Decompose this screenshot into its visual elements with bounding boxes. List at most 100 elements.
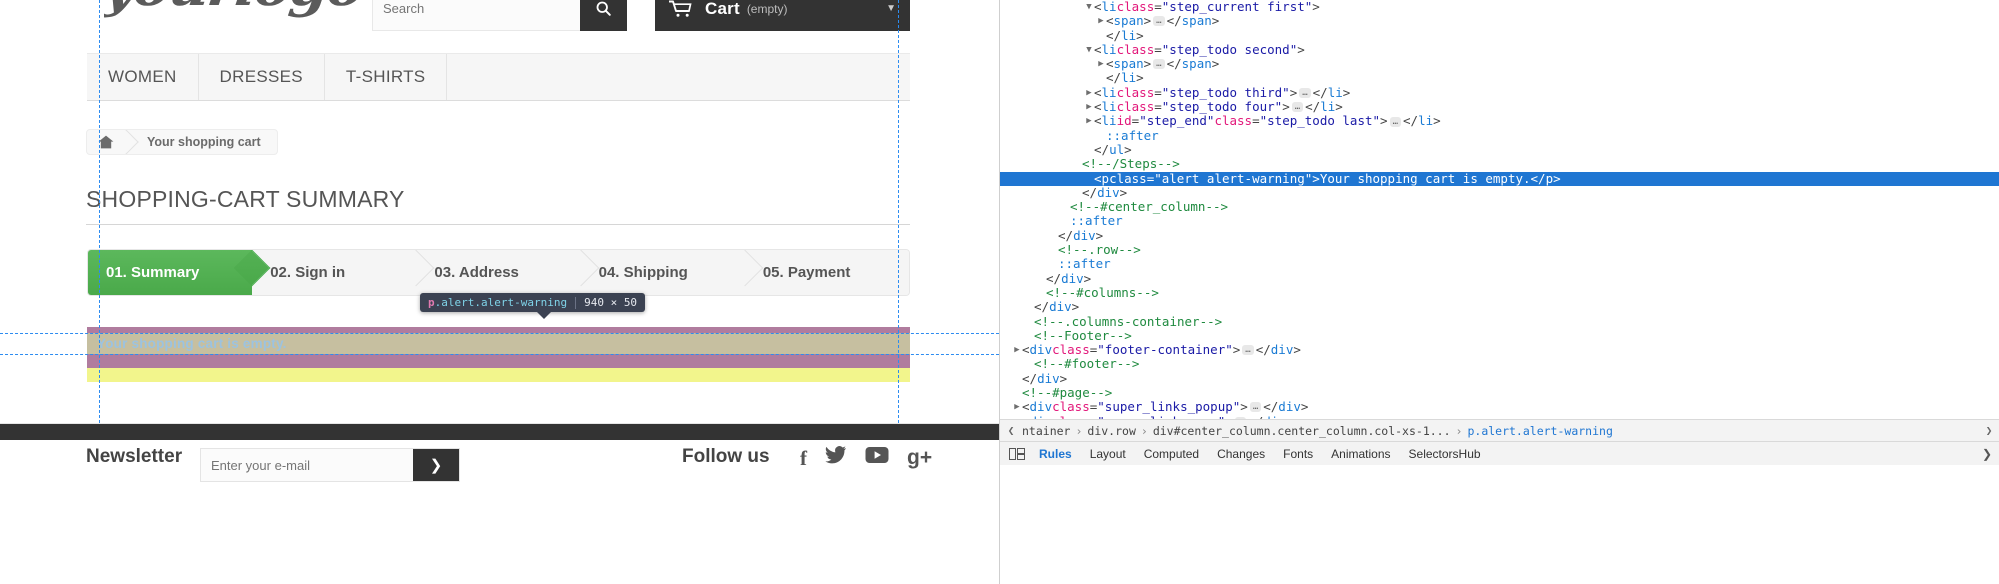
dom-tree-row[interactable]: ▶ < li class = "step_todo third" >… </li >: [1000, 85, 1999, 100]
dom-token-punc: >: [1143, 13, 1152, 29]
dom-tree-row[interactable]: </li >: [1000, 71, 1999, 86]
googleplus-icon[interactable]: g+: [907, 446, 932, 471]
nav-item-women[interactable]: WOMEN: [87, 54, 199, 100]
expanded-triangle-icon[interactable]: ▼: [1084, 0, 1094, 14]
collapsed-triangle-icon[interactable]: ▶: [1084, 86, 1094, 100]
twitter-icon[interactable]: [825, 446, 847, 471]
expand-ellipsis-icon[interactable]: …: [1249, 402, 1262, 413]
step-sign-in-label: 02. Sign in: [270, 264, 346, 281]
tab-selectorshub[interactable]: SelectorsHub: [1400, 442, 1490, 465]
tab-overflow-icon[interactable]: ❯: [1974, 447, 1999, 461]
expand-ellipsis-icon[interactable]: …: [1153, 16, 1165, 27]
chevron-down-icon[interactable]: ▼: [886, 3, 896, 14]
expand-ellipsis-icon[interactable]: …: [1389, 116, 1401, 127]
breadcrumb-home-link[interactable]: [87, 130, 125, 154]
tab-fonts[interactable]: Fonts: [1274, 442, 1322, 465]
tab-layout[interactable]: Layout: [1081, 442, 1135, 465]
dom-tree-row[interactable]: </div >: [1000, 227, 1999, 243]
dom-token-tag: p: [1545, 170, 1554, 186]
breadcrumb-scroll-left-icon[interactable]: ❮: [1004, 424, 1018, 437]
dom-tree-row[interactable]: ::after: [1000, 128, 1999, 143]
collapsed-triangle-icon[interactable]: ▶: [1096, 57, 1106, 71]
tab-rules[interactable]: Rules: [1030, 442, 1081, 465]
dom-tree-row[interactable]: ▶ < span >… </span >: [1000, 56, 1999, 72]
dom-token-tag: div: [1073, 227, 1096, 243]
dom-tree-row[interactable]: </ul >: [1000, 142, 1999, 157]
dom-token-tag: li: [1320, 99, 1336, 115]
dom-token-punc: </: [1106, 27, 1122, 43]
dom-token-attr: id: [1116, 113, 1132, 129]
dom-token-punc: >: [1232, 342, 1241, 358]
dom-tree-row[interactable]: </div >: [1000, 371, 1999, 386]
logo-script-text: yourlogo: [104, 0, 364, 19]
dom-tree-row[interactable]: <!--.row-->: [1000, 242, 1999, 257]
dom-tree[interactable]: ▼ < li class = "step_current first" > ▶ < span >……: [1000, 0, 1999, 428]
devtools-crumb-item-row[interactable]: div.row: [1083, 424, 1139, 438]
follow-us-title: Follow us: [682, 446, 770, 467]
dom-tree-row[interactable]: <!--#page-->: [1000, 385, 1999, 400]
collapsed-triangle-icon[interactable]: ▶: [1012, 343, 1022, 357]
facebook-icon[interactable]: f: [800, 446, 807, 471]
step-payment[interactable]: 05. Payment: [744, 250, 909, 295]
dom-tree-row[interactable]: ▶ < span >… </span >: [1000, 13, 1999, 29]
breadcrumb-scroll-right-icon[interactable]: ❯: [1982, 424, 1996, 437]
devtools-crumb-item-alert[interactable]: p.alert.alert-warning: [1463, 424, 1616, 438]
dom-tree-row[interactable]: </div >: [1000, 299, 1999, 314]
step-summary[interactable]: 01. Summary: [88, 250, 253, 295]
search-input-wrapper[interactable]: [372, 0, 580, 31]
collapsed-triangle-icon[interactable]: ▶: [1096, 14, 1106, 28]
dom-token-punc: </: [1046, 270, 1062, 286]
dom-tree-row[interactable]: <!--#center_column-->: [1000, 199, 1999, 214]
dom-token-val: "step_todo second": [1161, 41, 1298, 57]
dom-tree-row[interactable]: ▶ < div class = "footer-container" >… </div >: [1000, 342, 1999, 358]
dom-tree-row[interactable]: <!--Footer-->: [1000, 328, 1999, 343]
search-input[interactable]: [373, 0, 580, 30]
dom-token-attr: class: [1052, 342, 1090, 358]
dom-tree-row[interactable]: <!--.columns-container-->: [1000, 314, 1999, 329]
expanded-triangle-icon[interactable]: ▼: [1084, 43, 1094, 57]
dom-tree-row[interactable]: </div >: [1000, 270, 1999, 286]
dom-tree-row[interactable]: </li >: [1000, 27, 1999, 43]
youtube-icon[interactable]: [865, 446, 889, 471]
page-title: SHOPPING-CART SUMMARY: [86, 186, 405, 212]
step-address[interactable]: 03. Address: [416, 250, 581, 295]
newsletter-email-input[interactable]: [201, 449, 414, 481]
dom-token-attr: class: [1052, 399, 1090, 415]
split-view-icon[interactable]: [1004, 442, 1030, 465]
step-shipping[interactable]: 04. Shipping: [580, 250, 745, 295]
dom-tree-row[interactable]: ▶ < li class = "step_todo four" >… </li >: [1000, 99, 1999, 115]
nav-item-tshirts[interactable]: T-SHIRTS: [325, 54, 448, 100]
dom-tree-row[interactable]: < p class = "alert alert-warning" > Your shop…: [1000, 170, 1999, 186]
tab-animations[interactable]: Animations: [1322, 442, 1399, 465]
dom-tree-row[interactable]: <!--/Steps-->: [1000, 156, 1999, 171]
collapsed-triangle-icon[interactable]: ▶: [1012, 400, 1022, 414]
tab-computed[interactable]: Computed: [1135, 442, 1208, 465]
dom-tree-row[interactable]: <!--#columns-->: [1000, 285, 1999, 300]
dom-tree-row[interactable]: ▶ < div class = "super_links_popup" >… </div >: [1000, 399, 1999, 415]
search-button[interactable]: [580, 0, 627, 31]
site-logo[interactable]: yourlogo a new experience: [104, 0, 364, 32]
dom-tree-row[interactable]: ▶ < li id = "step_end" class = "step_todo last…: [1000, 113, 1999, 129]
expand-ellipsis-icon[interactable]: …: [1242, 345, 1254, 356]
tab-changes[interactable]: Changes: [1208, 442, 1274, 465]
newsletter-field-wrapper[interactable]: ❯: [200, 448, 460, 482]
dom-token-punc: >: [1211, 56, 1220, 72]
nav-item-dresses[interactable]: DRESSES: [199, 54, 325, 100]
expand-ellipsis-icon[interactable]: …: [1153, 59, 1165, 70]
devtools-crumb-item-container[interactable]: ntainer: [1018, 424, 1074, 438]
dom-tree-row[interactable]: </div >: [1000, 185, 1999, 200]
collapsed-triangle-icon[interactable]: ▶: [1084, 100, 1094, 114]
newsletter-submit-button[interactable]: ❯: [413, 449, 459, 481]
dom-tree-row[interactable]: ::after: [1000, 214, 1999, 229]
dom-tree-row[interactable]: ▼ < li class = "step_todo second" >: [1000, 41, 1999, 57]
step-sign-in[interactable]: 02. Sign in: [252, 250, 417, 295]
devtools-crumb-item-center-column[interactable]: div#center_column.center_column.col-xs-1…: [1149, 424, 1455, 438]
dom-tree-row[interactable]: ▼ < li class = "step_current first" >: [1000, 0, 1999, 14]
cart-button[interactable]: Cart (empty) ▼: [655, 0, 910, 31]
dom-tree-row[interactable]: <!--#footer-->: [1000, 357, 1999, 372]
dom-tree-row[interactable]: ::after: [1000, 257, 1999, 272]
collapsed-triangle-icon[interactable]: ▶: [1084, 114, 1094, 128]
expand-ellipsis-icon[interactable]: …: [1299, 87, 1311, 98]
expand-ellipsis-icon[interactable]: …: [1291, 102, 1304, 113]
dom-token-punc: <: [1022, 342, 1030, 358]
